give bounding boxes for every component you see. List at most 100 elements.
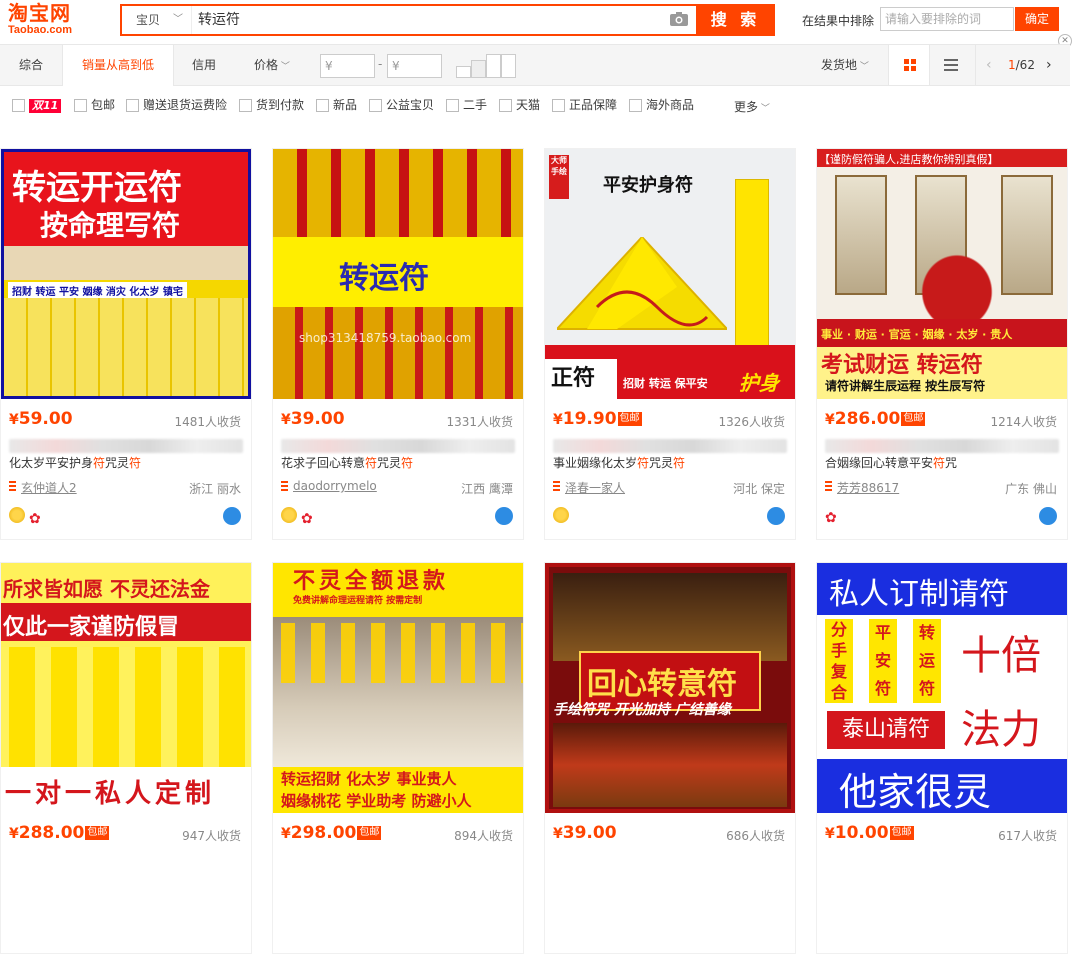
exclude-input[interactable]: 请输入要排除的词: [880, 7, 1014, 31]
product-image[interactable]: 转运开运符 按命理写符 招财 转运 平安 姻缘 消灾 化太岁 镇宅: [1, 149, 251, 399]
product-card[interactable]: 大师手绘 平安护身符 正符 招财 转运 保平安 护身 ¥19.90 包邮 1326…: [544, 148, 796, 540]
free-shipping-badge: 包邮: [901, 412, 926, 426]
filter-cod[interactable]: 货到付款: [239, 98, 304, 112]
product-title[interactable]: 花求子回心转意符咒灵符: [281, 455, 521, 471]
product-image[interactable]: 私人订制请符 分手复合 平安符 转运符 十倍 泰山请符 法力 他家很灵: [817, 563, 1067, 813]
exclude-label: 在结果中排除: [802, 14, 875, 28]
product-image[interactable]: 不灵全额退款 免费讲解命理运程请符 按需定制 转运招财 化太岁 事业贵人 姻缘桃…: [273, 563, 523, 813]
flower-icon[interactable]: ✿: [825, 510, 841, 526]
badges: [553, 507, 573, 525]
wangwang-icon[interactable]: [1039, 507, 1057, 525]
product-image[interactable]: 回心转意符 手绘符咒 开光加持 广结善缘: [545, 563, 795, 813]
header: 淘宝网 Taobao.com 宝贝 ﹀ 转运符 搜 索 在结果中排除 请输入要排…: [0, 0, 1074, 48]
filter-free-shipping[interactable]: 包邮: [74, 98, 115, 112]
product-image[interactable]: 【谨防假符骗人,进店教你辨别真假】 事业 · 财运 · 官运 · 姻缘 · 太岁…: [817, 149, 1067, 399]
blurred-title: [281, 439, 515, 453]
filter-bar: 双11 包邮 赠送退货运费险 货到付款 新品 公益宝贝 二手 天猫 正品保障 海…: [0, 86, 1070, 124]
product-card[interactable]: 转运符 shop313418759.taobao.com ¥39.00 1331…: [272, 148, 524, 540]
sort-default[interactable]: 综合: [0, 45, 62, 85]
flower-icon[interactable]: ✿: [29, 511, 45, 527]
filter-tmall[interactable]: 天猫: [499, 98, 540, 112]
blurred-title: [553, 439, 787, 453]
list-view-button[interactable]: [930, 45, 972, 85]
product-title[interactable]: 事业姻缘化太岁符咒灵符: [553, 455, 793, 471]
next-page-icon[interactable]: ›: [1046, 45, 1052, 85]
sort-by-credit[interactable]: 信用: [174, 45, 234, 85]
shop-link[interactable]: 芳芳88617: [825, 479, 899, 496]
title-highlight: 符: [933, 456, 946, 470]
product-image[interactable]: 所求皆如愿 不灵还法金 仅此一家谨防假冒 一对一私人定制: [1, 563, 251, 813]
gold-medal-icon[interactable]: [9, 507, 25, 523]
filter-double11[interactable]: 双11: [12, 98, 62, 113]
sort-by-sales[interactable]: 销量从高到低: [62, 45, 174, 86]
price-value: 286.00: [834, 409, 901, 429]
image-banner-text: 【谨防假符骗人,进店教你辨别真假】: [819, 153, 999, 166]
chevron-down-icon: ﹀: [278, 62, 290, 72]
range-bar-4: [501, 54, 516, 78]
shop-link[interactable]: daodorrymelo: [281, 479, 377, 493]
image-band: [4, 246, 248, 280]
filter-genuine[interactable]: 正品保障: [552, 98, 617, 112]
price-value: 298.00: [290, 823, 357, 843]
ship-from-label: 发货地: [821, 58, 858, 72]
flower-icon[interactable]: ✿: [301, 511, 317, 527]
product-price: ¥19.90 包邮: [553, 409, 642, 429]
product-card[interactable]: 转运开运符 按命理写符 招财 转运 平安 姻缘 消灾 化太岁 镇宅 ¥59.00…: [0, 148, 252, 540]
search-input[interactable]: 转运符: [198, 6, 240, 34]
wangwang-icon[interactable]: [495, 507, 513, 525]
image-tag-2: 平安符: [869, 619, 897, 703]
filter-second-hand[interactable]: 二手: [446, 98, 487, 112]
search-type-select[interactable]: 宝贝 ﹀: [122, 6, 192, 34]
price-max-input[interactable]: ¥: [387, 54, 442, 78]
sales-count: 617人收货: [998, 829, 1057, 843]
gold-medal-icon[interactable]: [553, 507, 569, 523]
exclude-confirm-button[interactable]: 确定: [1015, 7, 1059, 31]
title-text: 事业姻缘化太岁: [553, 456, 638, 470]
prev-page-icon[interactable]: ‹: [986, 45, 992, 85]
product-card[interactable]: 私人订制请符 分手复合 平安符 转运符 十倍 泰山请符 法力 他家很灵 ¥10.…: [816, 562, 1068, 954]
filter-charity[interactable]: 公益宝贝: [369, 98, 434, 112]
image-headline: 转运符: [339, 261, 429, 296]
wangwang-icon[interactable]: [767, 507, 785, 525]
product-image[interactable]: 大师手绘 平安护身符 正符 招财 转运 保平安 护身: [545, 149, 795, 399]
image-tag-3: 转运符: [913, 619, 941, 703]
product-card[interactable]: 所求皆如愿 不灵还法金 仅此一家谨防假冒 一对一私人定制 ¥288.00 包邮 9…: [0, 562, 252, 954]
taobao-logo[interactable]: 淘宝网 Taobao.com: [8, 2, 108, 40]
range-bar-2: [471, 60, 486, 78]
product-card[interactable]: 不灵全额退款 免费讲解命理运程请符 按需定制 转运招财 化太岁 事业贵人 姻缘桃…: [272, 562, 524, 954]
image-subline: 手绘符咒 开光加持 广结善缘: [553, 702, 731, 718]
ship-from-select[interactable]: 发货地 ﹀: [812, 45, 878, 85]
free-shipping-badge: 包邮: [889, 826, 914, 840]
location: 广东 佛山: [1005, 482, 1057, 496]
grid-view-button[interactable]: [888, 45, 930, 85]
product-title[interactable]: 合姻缘回心转意平安符咒: [825, 455, 1065, 471]
product-card[interactable]: 回心转意符 手绘符咒 开光加持 广结善缘 ¥39.00 686人收货: [544, 562, 796, 954]
product-card[interactable]: 【谨防假符骗人,进店教你辨别真假】 事业 · 财运 · 官运 · 姻缘 · 太岁…: [816, 148, 1068, 540]
gold-medal-icon[interactable]: [281, 507, 297, 523]
filter-return-insurance[interactable]: 赠送退货运费险: [126, 98, 227, 112]
image-footer-text: 一对一私人定制: [5, 779, 216, 809]
blurred-title: [9, 439, 243, 453]
total-pages: /62: [1015, 58, 1035, 72]
filter-overseas[interactable]: 海外商品: [629, 98, 694, 112]
wangwang-icon[interactable]: [223, 507, 241, 525]
image-footer-text: 他家很灵: [839, 770, 992, 813]
product-title[interactable]: 化太岁平安护身符咒灵符: [9, 455, 249, 471]
free-shipping-badge: 包邮: [85, 826, 110, 840]
product-image[interactable]: 转运符 shop313418759.taobao.com: [273, 149, 523, 399]
image-footer-line1: 转运招财 化太岁 事业贵人: [281, 770, 457, 788]
badges: ✿: [281, 507, 317, 527]
price-min-input[interactable]: ¥: [320, 54, 375, 78]
filter-new[interactable]: 新品: [316, 98, 357, 112]
blurred-title: [825, 439, 1059, 453]
master-figure: [897, 229, 1017, 319]
search-button[interactable]: 搜 索: [696, 4, 775, 36]
shop-link[interactable]: 泽春一家人: [553, 479, 625, 496]
shop-link[interactable]: 玄仲道人2: [9, 479, 77, 496]
price-range-widget[interactable]: [456, 54, 518, 78]
sort-by-price[interactable]: 价格 ﹀: [244, 45, 300, 85]
image-label: 正符: [545, 359, 617, 399]
image-headline: 不灵全额退款: [293, 569, 450, 594]
filter-more[interactable]: 更多 ﹀: [734, 98, 770, 115]
camera-icon[interactable]: [670, 12, 688, 26]
